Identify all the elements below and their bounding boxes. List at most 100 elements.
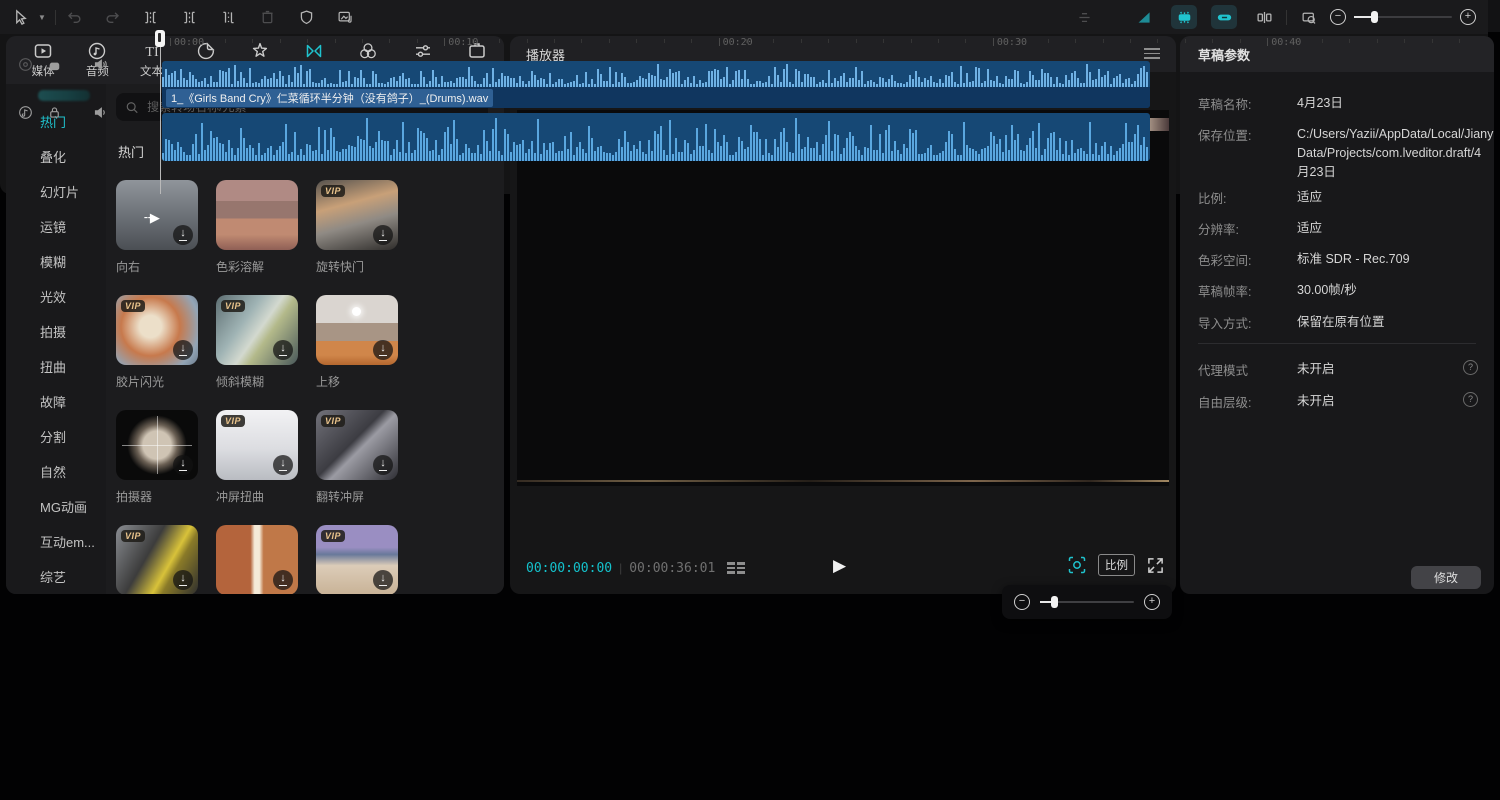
- ruler-minor-tick: [581, 39, 582, 43]
- play-button[interactable]: ▶: [833, 556, 846, 576]
- select-tool-icon[interactable]: [8, 5, 34, 29]
- mask-icon[interactable]: [293, 5, 319, 29]
- select-tool-caret[interactable]: ▼: [34, 5, 50, 29]
- transition-thumbnail[interactable]: [216, 180, 298, 250]
- playhead-handle[interactable]: [155, 30, 165, 47]
- fit-preview-icon[interactable]: [1068, 556, 1086, 574]
- ruler-minor-tick: [1349, 39, 1350, 43]
- delete-icon[interactable]: [254, 5, 280, 29]
- category-item[interactable]: 分割: [6, 419, 106, 454]
- category-item[interactable]: 综艺: [6, 559, 106, 594]
- extract-audio-icon[interactable]: [332, 5, 358, 29]
- category-item[interactable]: 扭曲: [6, 349, 106, 384]
- split-keep-right-icon[interactable]: [215, 5, 241, 29]
- ruler-major-tick: [719, 38, 720, 46]
- draft-params-panel: 草稿参数 草稿名称:4月23日保存位置:C:/Users/Yazii/AppDa…: [1180, 36, 1494, 594]
- total-duration: 00:00:36:01: [629, 561, 715, 576]
- transition-thumbnail[interactable]: VIP↓: [216, 410, 298, 480]
- transition-label: 冲屏扭曲: [216, 488, 298, 505]
- download-icon[interactable]: ↓: [373, 570, 393, 590]
- lock-track-icon[interactable]: [47, 105, 62, 120]
- download-icon[interactable]: ↓: [373, 455, 393, 475]
- download-icon[interactable]: ↓: [173, 340, 193, 360]
- modify-button[interactable]: 修改: [1411, 566, 1481, 589]
- download-icon[interactable]: ↓: [273, 340, 293, 360]
- audio-clip[interactable]: 1_《Girls Band Cry》仁菜循环半分钟（没有鸽子）_(Drums).…: [162, 61, 1150, 108]
- ruler-minor-tick: [389, 39, 390, 43]
- transition-thumbnail[interactable]: ↓: [116, 410, 198, 480]
- video-frame-line: [517, 480, 1169, 482]
- field-value: 适应: [1297, 219, 1479, 238]
- category-item[interactable]: 光效: [6, 279, 106, 314]
- ruler-minor-tick: [225, 39, 226, 43]
- ruler-minor-tick: [472, 39, 473, 43]
- transition-thumbnail[interactable]: VIP↓: [316, 180, 398, 250]
- transition-thumbnail[interactable]: VIP↓: [216, 295, 298, 365]
- download-icon[interactable]: ↓: [173, 225, 193, 245]
- adjust-track-height-icon[interactable]: [1071, 5, 1097, 29]
- field-value: 30.00帧/秒: [1297, 281, 1479, 300]
- mute-track-icon[interactable]: [93, 105, 108, 120]
- category-item[interactable]: MG动画: [6, 489, 106, 524]
- split-keep-left-icon[interactable]: [176, 5, 202, 29]
- transition-thumbnail[interactable]: VIP↓: [116, 525, 198, 594]
- lock-track-icon[interactable]: [47, 57, 62, 72]
- aspect-ratio-button[interactable]: 比例: [1098, 554, 1135, 576]
- split-icon[interactable]: [137, 5, 163, 29]
- transition-thumbnail[interactable]: ↓: [316, 295, 398, 365]
- waveform: [162, 115, 1150, 161]
- timeline-ruler[interactable]: 00:0000:1000:2000:3000:40: [0, 34, 1488, 52]
- category-item[interactable]: 运镜: [6, 209, 106, 244]
- download-icon[interactable]: ↓: [173, 455, 193, 475]
- download-icon[interactable]: ↓: [173, 570, 193, 590]
- linkage-icon[interactable]: [1211, 5, 1237, 29]
- transition-thumbnail[interactable]: VIP↓: [116, 295, 198, 365]
- main-track-magnet-icon[interactable]: [1131, 5, 1157, 29]
- category-item[interactable]: 自然: [6, 454, 106, 489]
- ruler-major-tick: [993, 38, 994, 46]
- ruler-major-tick: [170, 38, 171, 46]
- download-icon[interactable]: ↓: [373, 340, 393, 360]
- transition-thumbnail[interactable]: ↓: [216, 525, 298, 594]
- timeline-zoom-in-icon[interactable]: +: [1460, 9, 1476, 25]
- preview-axis-icon[interactable]: [1251, 5, 1277, 29]
- info-icon[interactable]: ?: [1463, 360, 1478, 375]
- field-value: 标准 SDR - Rec.709: [1297, 250, 1479, 269]
- fit-timeline-icon[interactable]: [1296, 5, 1322, 29]
- category-item[interactable]: 幻灯片: [6, 174, 106, 209]
- timeline-zoom-out-icon[interactable]: −: [1330, 9, 1346, 25]
- info-icon[interactable]: ?: [1463, 392, 1478, 407]
- download-icon[interactable]: ↓: [373, 225, 393, 245]
- category-item[interactable]: 互动em...: [6, 524, 106, 559]
- download-icon[interactable]: ↓: [273, 455, 293, 475]
- ruler-minor-tick: [1322, 39, 1323, 43]
- transition-item: ↓上移: [316, 295, 398, 390]
- video-preview[interactable]: [517, 110, 1169, 486]
- mute-track-icon[interactable]: [93, 57, 108, 72]
- zoom-level-popup: − +: [1002, 585, 1172, 619]
- undo-icon[interactable]: [61, 5, 87, 29]
- zoom-slider-handle[interactable]: [1051, 596, 1058, 608]
- ruler-minor-tick: [307, 39, 308, 43]
- transition-thumbnail[interactable]: VIP↓: [316, 525, 398, 594]
- category-item[interactable]: 故障: [6, 384, 106, 419]
- fullscreen-icon[interactable]: [1147, 557, 1164, 574]
- transition-item: ↓: [216, 525, 298, 594]
- transition-thumbnail[interactable]: ╌▶↓: [116, 180, 198, 250]
- zoom-in-icon[interactable]: +: [1144, 594, 1160, 610]
- audio-clip[interactable]: [162, 113, 1150, 161]
- ruler-minor-tick: [746, 39, 747, 43]
- transition-label: 胶片闪光: [116, 373, 198, 390]
- category-item[interactable]: 拍摄: [6, 314, 106, 349]
- transition-thumbnail[interactable]: VIP↓: [316, 410, 398, 480]
- redo-icon[interactable]: [99, 5, 125, 29]
- zoom-out-icon[interactable]: −: [1014, 594, 1030, 610]
- zoom-slider[interactable]: [1040, 601, 1134, 603]
- category-item[interactable]: 叠化: [6, 139, 106, 174]
- category-item[interactable]: 模糊: [6, 244, 106, 279]
- auto-snap-icon[interactable]: [1171, 5, 1197, 29]
- field-label: 代理模式: [1198, 360, 1248, 379]
- playback-quality-icon[interactable]: [727, 562, 745, 574]
- download-icon[interactable]: ↓: [273, 570, 293, 590]
- timeline-zoom-slider[interactable]: [1354, 16, 1452, 18]
